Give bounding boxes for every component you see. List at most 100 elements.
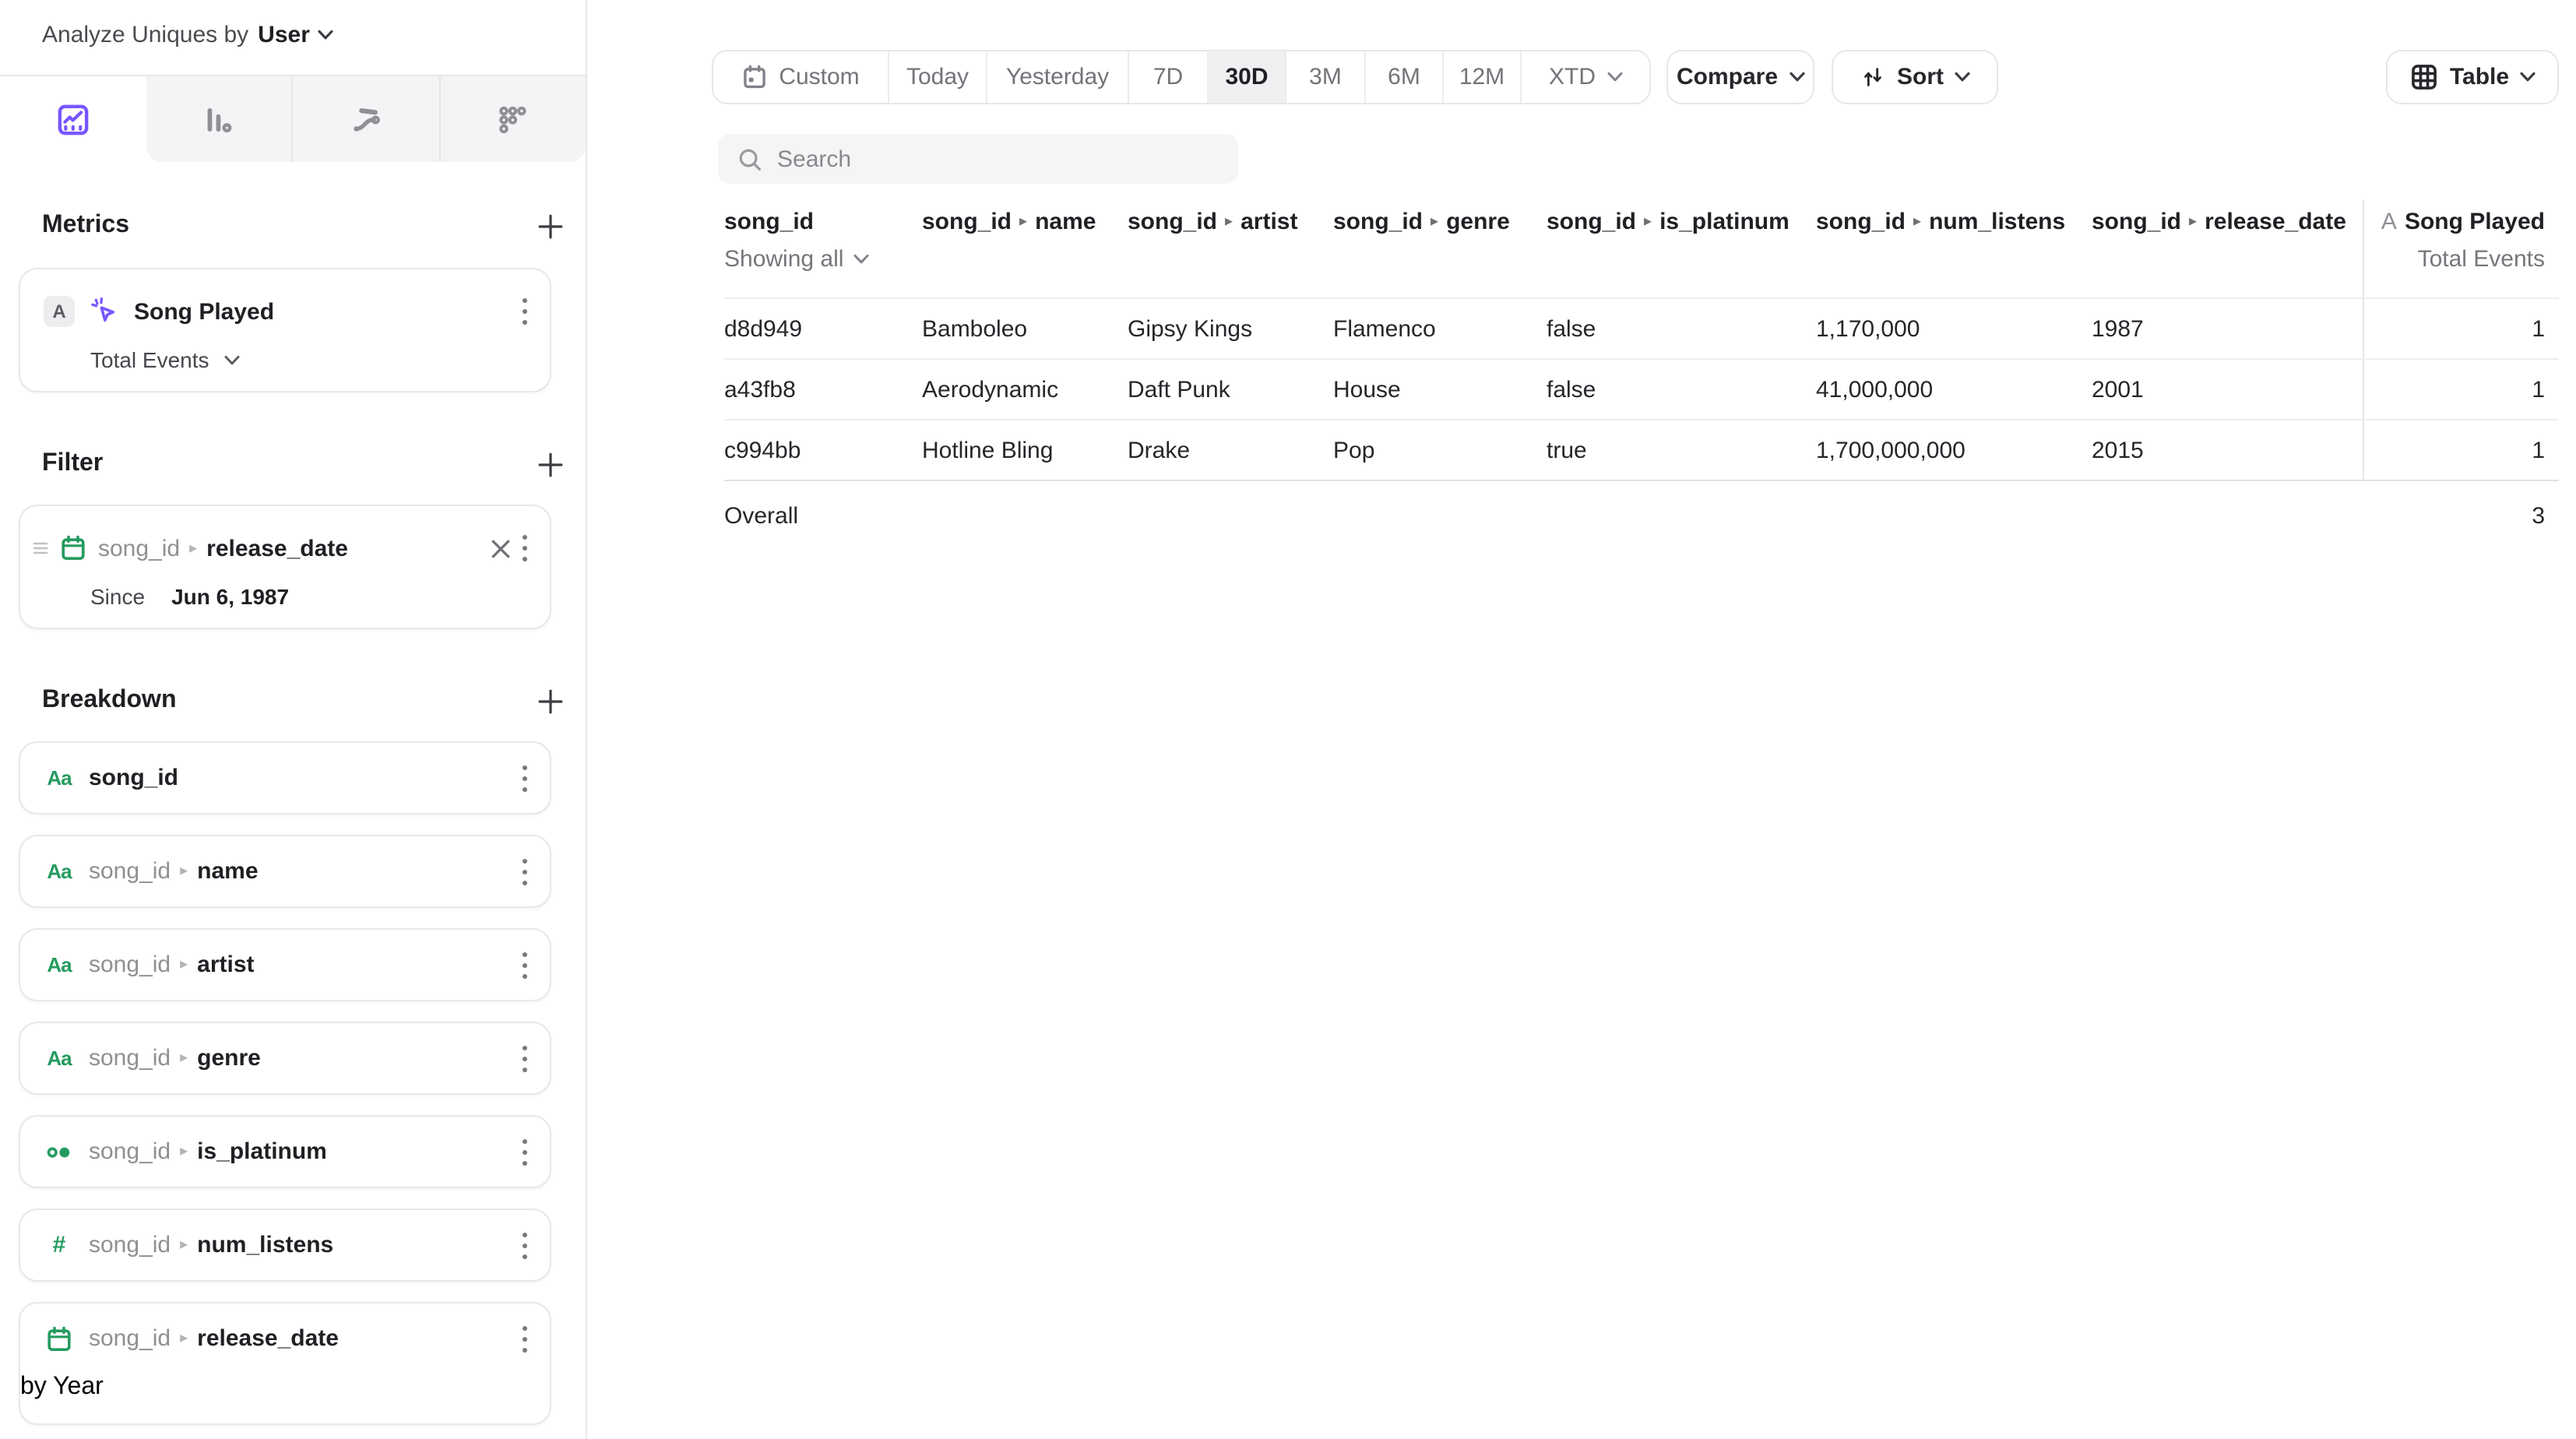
remove-filter-button[interactable] <box>491 538 511 558</box>
cell-song-id: d8d949 <box>724 299 922 358</box>
column-header-song-id[interactable]: song_id Showing all <box>724 199 922 297</box>
breakdown-kebab-menu[interactable] <box>522 1231 528 1259</box>
date-range-yesterday[interactable]: Yesterday <box>986 51 1128 103</box>
column-header-metric[interactable]: ASong Played Total Events <box>2363 199 2559 297</box>
breakdown-section-header: Breakdown <box>0 687 586 715</box>
add-metric-button[interactable] <box>537 213 564 239</box>
date-range-control: Custom Today Yesterday 7D 30D 3M 6M 12M … <box>712 50 1651 104</box>
view-type-button[interactable]: Table <box>2386 50 2559 104</box>
table-row[interactable]: c994bb Hotline Bling Drake Pop true 1,70… <box>724 419 2559 480</box>
breakdown-kebab-menu[interactable] <box>522 1325 528 1353</box>
table-row[interactable]: a43fb8 Aerodynamic Daft Punk House false… <box>724 358 2559 419</box>
breakdown-card-artist[interactable]: Aa song_id ▸ artist <box>19 928 551 1001</box>
breakdown-modifier[interactable]: by Year <box>20 1374 104 1400</box>
date-range-today[interactable]: Today <box>888 51 986 103</box>
report-tabstrip <box>0 75 586 162</box>
date-range-label: Today <box>906 64 969 90</box>
table-header-row: song_id Showing all song_id▸name song_id… <box>724 199 2559 297</box>
column-label: is_platinum <box>1659 209 1789 235</box>
table-row[interactable]: d8d949 Bamboleo Gipsy Kings Flamenco fal… <box>724 297 2559 358</box>
tab-flows[interactable] <box>291 76 438 162</box>
showing-all-selector[interactable]: Showing all <box>724 246 922 273</box>
caret-separator-icon: ▸ <box>180 1237 188 1254</box>
column-header-is-platinum[interactable]: song_id▸is_platinum <box>1547 199 1816 297</box>
breakdown-card-genre[interactable]: Aa song_id ▸ genre <box>19 1022 551 1095</box>
search-icon <box>737 146 763 172</box>
filter-property-prefix: song_id <box>98 535 180 561</box>
date-range-custom[interactable]: Custom <box>713 51 888 103</box>
breakdown-card-name[interactable]: Aa song_id ▸ name <box>19 835 551 908</box>
overall-label: Overall <box>724 502 2363 529</box>
breakdown-card-num-listens[interactable]: # song_id ▸ num_listens <box>19 1209 551 1282</box>
date-range-6m[interactable]: 6M <box>1364 51 1442 103</box>
tab-insights[interactable] <box>0 76 146 162</box>
breakdown-card-release-date[interactable]: song_id ▸ release_date by Year <box>19 1302 551 1425</box>
add-breakdown-button[interactable] <box>537 688 564 714</box>
column-header-name[interactable]: song_id▸name <box>922 199 1128 297</box>
column-header-release-date[interactable]: song_id▸release_date <box>2092 199 2363 297</box>
date-range-3m[interactable]: 3M <box>1285 51 1364 103</box>
breakdown-kebab-menu[interactable] <box>522 1138 528 1166</box>
tab-funnels[interactable] <box>146 76 291 162</box>
breakdown-property-name: genre <box>197 1045 261 1071</box>
column-header-num-listens[interactable]: song_id▸num_listens <box>1816 199 2092 297</box>
filter-operator[interactable]: Since <box>90 584 145 609</box>
column-label: num_listens <box>1929 209 2065 235</box>
entity-label: User <box>258 22 310 48</box>
add-filter-button[interactable] <box>537 451 564 477</box>
breakdown-property-name: name <box>197 858 258 885</box>
cell-song-id: c994bb <box>724 420 922 480</box>
breakdown-kebab-menu[interactable] <box>522 857 528 885</box>
cell-release-date: 2015 <box>2092 420 2363 480</box>
cell-is-platinum: true <box>1547 420 1816 480</box>
metric-card[interactable]: A Song Played Total Events <box>19 268 551 392</box>
metric-letter: A <box>2381 209 2397 235</box>
filter-kebab-menu[interactable] <box>522 534 528 562</box>
breakdown-property-prefix: song_id <box>89 1045 171 1071</box>
tab-retention[interactable] <box>438 76 586 162</box>
event-click-icon <box>89 296 120 327</box>
flows-icon <box>349 102 383 136</box>
table-search-input[interactable]: Search <box>718 134 1238 184</box>
caret-separator-icon: ▸ <box>1225 213 1233 230</box>
date-range-30d[interactable]: 30D <box>1207 51 1285 103</box>
cell-is-platinum: false <box>1547 360 1816 419</box>
column-label: release_date <box>2205 209 2346 235</box>
cell-artist: Drake <box>1128 420 1333 480</box>
metric-aggregation-selector[interactable]: Total Events <box>20 347 550 391</box>
cell-metric-value: 1 <box>2363 360 2559 419</box>
date-range-label: Yesterday <box>1006 64 1109 90</box>
date-range-label: 3M <box>1309 64 1342 90</box>
breakdown-property-name: song_id <box>89 765 178 791</box>
metric-column-label: Song Played <box>2405 209 2545 235</box>
breakdown-property-prefix: song_id <box>89 1325 171 1352</box>
date-range-7d[interactable]: 7D <box>1128 51 1207 103</box>
sort-button[interactable]: Sort <box>1832 50 1998 104</box>
drag-handle-icon[interactable] <box>33 540 48 556</box>
cell-release-date: 2001 <box>2092 360 2363 419</box>
text-type-icon: Aa <box>44 1047 75 1070</box>
boolean-type-icon <box>44 1138 75 1166</box>
breakdown-card-song-id[interactable]: Aa song_id <box>19 741 551 814</box>
filter-value[interactable]: Jun 6, 1987 <box>171 584 289 609</box>
breakdown-card-is-platinum[interactable]: song_id ▸ is_platinum <box>19 1115 551 1188</box>
breakdown-kebab-menu[interactable] <box>522 764 528 792</box>
breakdown-kebab-menu[interactable] <box>522 951 528 979</box>
date-range-12m[interactable]: 12M <box>1442 51 1520 103</box>
entity-selector[interactable]: User <box>258 22 333 48</box>
column-prefix: song_id <box>1816 209 1906 235</box>
cell-is-platinum: false <box>1547 299 1816 358</box>
date-range-xtd[interactable]: XTD <box>1520 51 1649 103</box>
report-main-area: Custom Today Yesterday 7D 30D 3M 6M 12M … <box>587 0 2576 1439</box>
filter-card[interactable]: song_id ▸ release_date Since Jun 6, 1987 <box>19 505 551 629</box>
compare-button[interactable]: Compare <box>1666 50 1814 104</box>
column-label: genre <box>1446 209 1510 235</box>
breakdown-kebab-menu[interactable] <box>522 1044 528 1072</box>
column-header-genre[interactable]: song_id▸genre <box>1333 199 1547 297</box>
cell-num-listens: 41,000,000 <box>1816 360 2092 419</box>
metric-kebab-menu[interactable] <box>522 297 528 325</box>
cell-artist: Gipsy Kings <box>1128 299 1333 358</box>
cell-release-date: 1987 <box>2092 299 2363 358</box>
retention-dots-icon <box>496 102 530 136</box>
column-header-artist[interactable]: song_id▸artist <box>1128 199 1333 297</box>
